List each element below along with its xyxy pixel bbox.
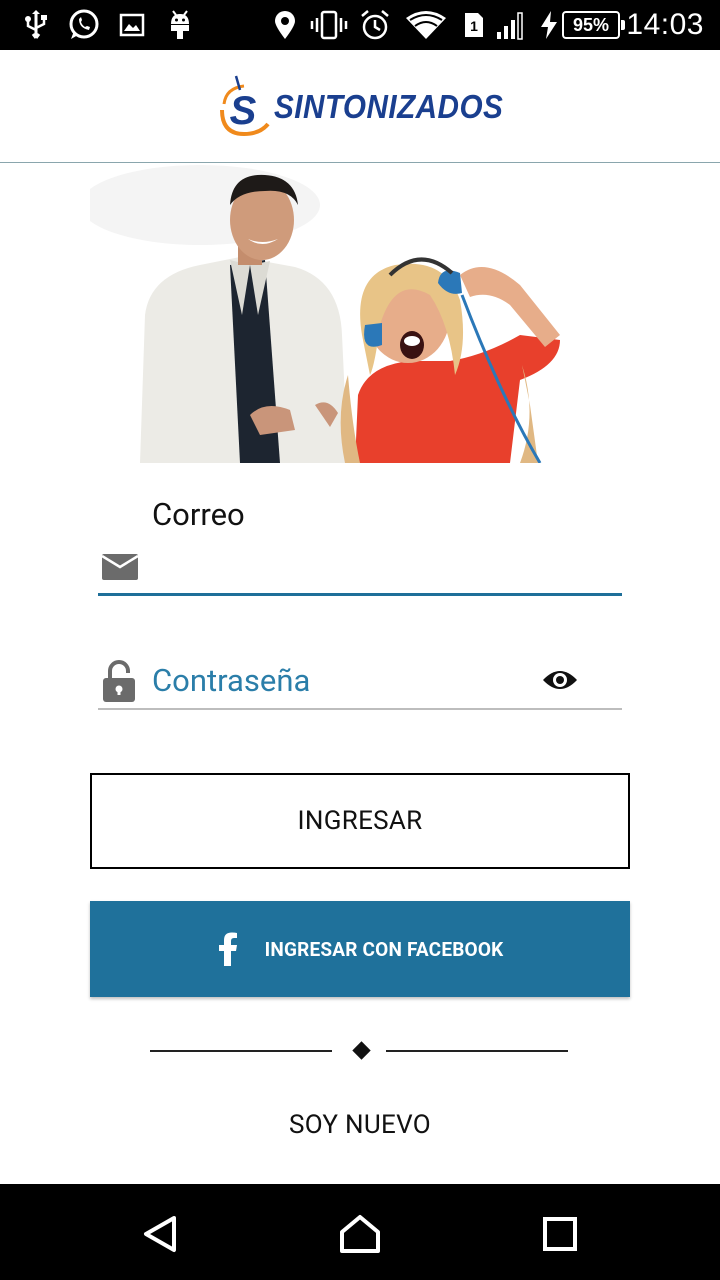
battery-level: 95%: [572, 14, 610, 35]
login-button[interactable]: INGRESAR: [90, 773, 630, 869]
email-label: Correo: [152, 496, 245, 533]
back-icon[interactable]: [138, 1212, 182, 1256]
email-field[interactable]: Correo: [98, 490, 622, 596]
show-password-eye-icon[interactable]: [542, 668, 578, 692]
charging-icon: [538, 9, 560, 41]
logo-text: SINTONIZADOS: [274, 88, 504, 125]
facebook-button-label: INGRESAR CON FACEBOOK: [264, 937, 504, 961]
recents-icon[interactable]: [538, 1212, 582, 1256]
envelope-icon: [101, 554, 139, 580]
facebook-icon: [217, 932, 239, 966]
image-icon: [118, 9, 146, 41]
whatsapp-icon: [66, 9, 102, 41]
alarm-icon: [358, 9, 392, 41]
lock-open-icon: [102, 660, 136, 702]
sim-1-icon: 1: [462, 9, 486, 41]
divider-line-right: [386, 1050, 568, 1052]
app-logo: S SINTONIZADOS: [214, 72, 529, 142]
android-debug-icon: [166, 9, 194, 41]
wifi-icon: [404, 9, 448, 41]
battery-icon: 95%: [562, 11, 625, 39]
clock: 14:03: [626, 8, 704, 41]
usb-icon: [20, 9, 52, 41]
ornamental-divider: [150, 1040, 570, 1062]
status-bar: 1 95% 14:03: [0, 0, 720, 50]
app-header: S SINTONIZADOS: [0, 50, 720, 163]
facebook-login-button[interactable]: INGRESAR CON FACEBOOK: [90, 901, 630, 997]
navigation-bar: [0, 1184, 720, 1280]
hero-image: [90, 165, 630, 463]
vibrate-icon: [310, 9, 348, 41]
divider-line-left: [150, 1050, 332, 1052]
new-user-button-label: SOY NUEVO: [288, 1110, 431, 1140]
svg-text:1: 1: [470, 18, 478, 34]
location-icon: [272, 9, 298, 41]
diamond-icon: [352, 1041, 371, 1060]
password-field[interactable]: Contraseña: [98, 650, 622, 710]
logo-letter: S: [230, 89, 257, 133]
home-icon[interactable]: [338, 1212, 382, 1256]
login-button-label: INGRESAR: [297, 806, 423, 836]
signal-icon: [494, 9, 528, 41]
new-user-button[interactable]: SOY NUEVO: [210, 1100, 510, 1150]
password-placeholder: Contraseña: [152, 662, 311, 699]
logo-mark-icon: S: [220, 75, 270, 137]
email-underline: [98, 593, 622, 596]
password-underline: [98, 708, 622, 710]
